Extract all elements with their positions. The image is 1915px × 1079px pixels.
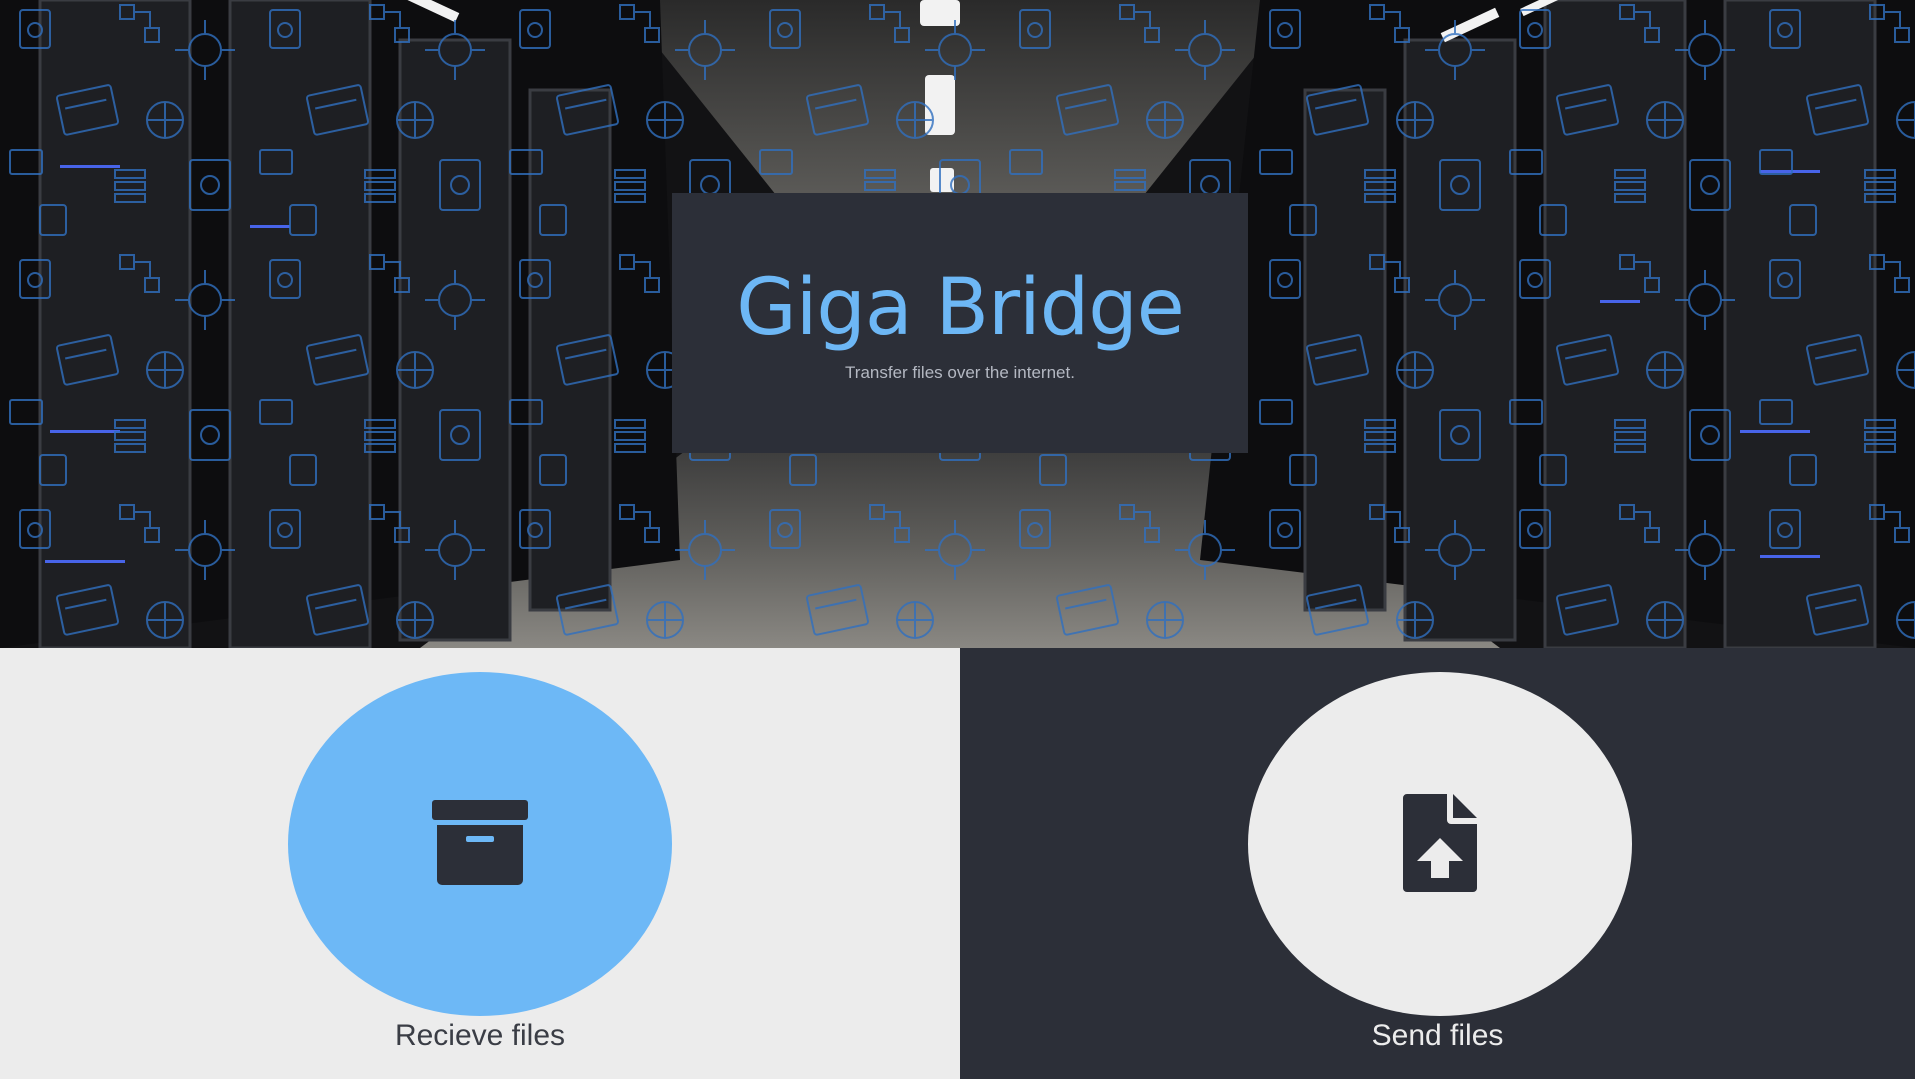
receive-files-button[interactable]: [288, 672, 672, 1016]
send-panel: Send files: [960, 648, 1915, 1079]
send-files-button[interactable]: [1248, 672, 1632, 1016]
page-title: Giga Bridge: [736, 263, 1184, 353]
file-upload-icon: [1403, 794, 1477, 892]
page-subtitle: Transfer files over the internet.: [845, 363, 1075, 382]
receive-panel: Recieve files: [0, 648, 960, 1079]
title-card: Giga Bridge Transfer files over the inte…: [672, 193, 1248, 453]
receive-files-label: Recieve files: [394, 1019, 566, 1052]
archive-box-icon: [432, 800, 528, 885]
send-files-label: Send files: [1371, 1019, 1504, 1052]
hero-banner: Giga Bridge Transfer files over the inte…: [0, 0, 1915, 648]
